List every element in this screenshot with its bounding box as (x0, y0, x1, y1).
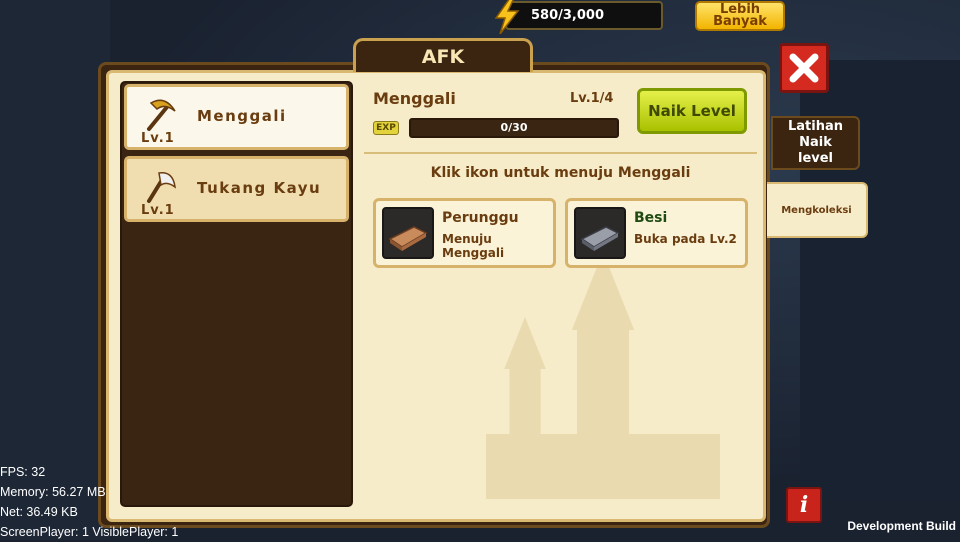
material-desc: Buka pada Lv.2 (634, 232, 737, 246)
material-name: Besi (634, 210, 668, 226)
axe-icon (147, 172, 176, 203)
tab-latihan-naik-level[interactable]: Latihan Naik level (771, 116, 860, 170)
window-title-text: AFK (421, 45, 465, 68)
close-x-icon (789, 53, 819, 83)
castle-watermark (486, 252, 720, 499)
tab-train-label: Latihan Naik level (787, 119, 843, 166)
job-item-menggali[interactable]: Menggali Lv.1 (124, 84, 349, 150)
debug-memory: Memory: 56.27 MB (0, 485, 106, 499)
job-name: Menggali (197, 107, 287, 125)
material-thumb (382, 207, 434, 259)
info-button[interactable]: i (786, 487, 822, 523)
level-up-button[interactable]: Naik Level (637, 88, 747, 134)
bronze-ingot-icon (388, 226, 428, 251)
debug-overlay: FPS: 32 Memory: 56.27 MB Net: 36.49 KB S… (0, 462, 178, 542)
energy-counter: 580/3,000 (505, 1, 663, 30)
hint-text: Klik ikon untuk menuju Menggali (430, 165, 691, 181)
development-build-label: Development Build (847, 519, 956, 533)
job-item-tukang-kayu[interactable]: Tukang Kayu Lv.1 (124, 156, 349, 222)
level-up-label: Naik Level (648, 102, 736, 120)
job-level: Lv.1 (141, 131, 175, 146)
energy-value: 580/3,000 (531, 8, 605, 23)
job-name: Tukang Kayu (197, 179, 322, 197)
close-button[interactable] (779, 43, 829, 93)
material-thumb (574, 207, 626, 259)
lightning-icon (494, 0, 520, 34)
pickaxe-icon (147, 99, 176, 131)
iron-ingot-icon (580, 226, 620, 251)
debug-players: ScreenPlayer: 1 VisiblePlayer: 1 (0, 525, 179, 539)
more-energy-label: Lebih Banyak (713, 2, 767, 29)
debug-fps: FPS: 32 (0, 465, 46, 479)
material-name: Perunggu (442, 210, 519, 226)
job-detail-title: Menggali (373, 89, 456, 108)
more-energy-button[interactable]: Lebih Banyak (695, 1, 785, 31)
material-card-perunggu[interactable]: Perunggu Menuju Menggali (373, 198, 556, 268)
job-level: Lv.1 (141, 203, 175, 218)
exp-progress-bar: 0/30 (409, 118, 619, 138)
job-detail-level: Lv.1/4 (570, 91, 614, 106)
info-icon: i (799, 492, 809, 518)
background-left-hud (0, 0, 110, 540)
exp-progress-text: 0/30 (500, 121, 528, 134)
tab-mengkoleksi[interactable]: Mengkoleksi (767, 182, 868, 238)
exp-label: EXP (373, 121, 399, 135)
material-card-besi[interactable]: Besi Buka pada Lv.2 (565, 198, 748, 268)
material-desc: Menuju Menggali (442, 232, 505, 260)
tab-collect-label: Mengkoleksi (781, 204, 852, 216)
debug-net: Net: 36.49 KB (0, 505, 78, 519)
window-title: AFK (353, 38, 533, 72)
divider (364, 152, 757, 154)
